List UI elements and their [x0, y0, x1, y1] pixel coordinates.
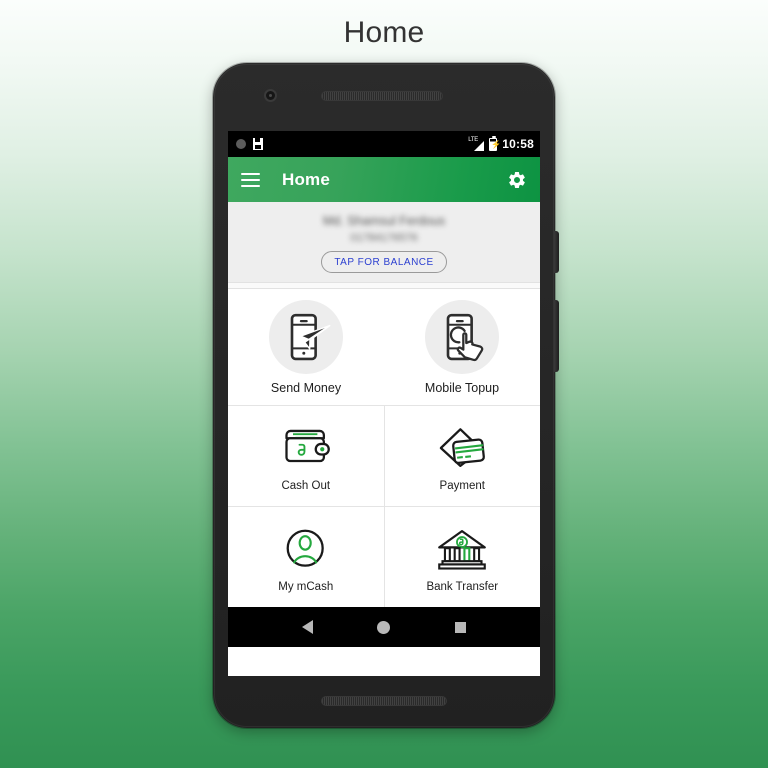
primary-actions-row: Send Money Mobile Topup	[228, 289, 540, 405]
back-triangle-icon[interactable]	[302, 620, 314, 634]
save-notification-icon	[253, 138, 263, 150]
action-cash-out[interactable]: Cash Out	[228, 406, 384, 506]
status-bar-clock: 10:58	[502, 137, 534, 151]
recents-square-icon[interactable]	[454, 621, 466, 633]
hamburger-menu-icon[interactable]	[241, 172, 260, 187]
app-bar: Home	[228, 157, 540, 202]
power-button[interactable]	[554, 231, 559, 273]
bank-taka-icon	[436, 522, 488, 576]
secondary-actions-row-1: Cash Out Payment	[228, 405, 540, 506]
phone-screen: LTE ⚡ 10:58 Home Md. Shamsul Ferdous 017…	[228, 131, 540, 676]
action-payment[interactable]: Payment	[383, 406, 541, 506]
tap-for-balance-button[interactable]: TAP FOR BALANCE	[321, 250, 447, 273]
profile-phone-number: 01784176576	[350, 231, 418, 244]
circle-notification-icon	[236, 139, 246, 149]
action-bank-transfer[interactable]: Bank Transfer	[383, 507, 541, 607]
profile-balance-section: Md. Shamsul Ferdous 01784176576 TAP FOR …	[228, 202, 540, 282]
secondary-actions-row-2: My mCash Bank Transfer	[228, 506, 540, 607]
profile-name: Md. Shamsul Ferdous	[322, 213, 446, 228]
user-circle-icon	[280, 522, 332, 576]
action-label: Cash Out	[281, 479, 331, 492]
earpiece-speaker-icon	[321, 91, 443, 101]
signal-bars-icon: LTE	[468, 137, 485, 151]
phone-paper-plane-icon	[269, 299, 343, 374]
app-bar-title: Home	[282, 169, 331, 189]
action-my-mcash[interactable]: My mCash	[228, 507, 384, 607]
home-circle-icon[interactable]	[377, 620, 391, 634]
section-divider	[228, 282, 540, 289]
signal-triangle	[474, 140, 485, 151]
page-title: Home	[343, 16, 425, 49]
phone-tap-hand-icon	[425, 299, 499, 374]
status-bar-system: LTE ⚡ 10:58	[468, 135, 534, 151]
status-bar-notifications	[236, 138, 263, 150]
card-envelope-icon	[436, 421, 488, 475]
gear-icon[interactable]	[507, 170, 527, 190]
front-camera-icon	[264, 89, 277, 102]
android-navigation-bar	[228, 607, 540, 647]
action-label: Payment	[439, 479, 485, 492]
charging-bolt-icon: ⚡	[491, 139, 502, 149]
volume-button[interactable]	[554, 300, 559, 372]
status-bar: LTE ⚡ 10:58	[228, 131, 540, 157]
action-mobile-topup[interactable]: Mobile Topup	[384, 289, 540, 405]
bottom-speaker-icon	[321, 696, 447, 706]
action-label: Mobile Topup	[424, 380, 500, 395]
action-label: My mCash	[278, 580, 334, 593]
action-label: Send Money	[270, 380, 342, 395]
phone-device: LTE ⚡ 10:58 Home Md. Shamsul Ferdous 017…	[213, 63, 559, 728]
action-send-money[interactable]: Send Money	[228, 289, 384, 405]
action-label: Bank Transfer	[426, 580, 499, 593]
battery-charging-icon: ⚡	[489, 135, 501, 151]
wallet-taka-icon	[280, 421, 332, 475]
